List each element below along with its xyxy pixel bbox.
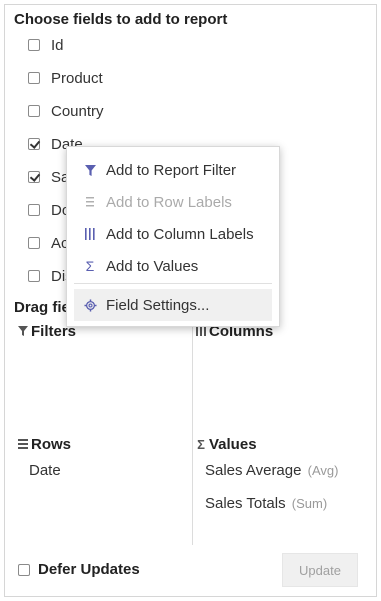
menu-item-add-to-values[interactable]: Σ Add to Values bbox=[67, 250, 279, 282]
field-label: Product bbox=[51, 69, 103, 87]
menu-item-field-settings[interactable]: Field Settings... bbox=[74, 289, 272, 321]
menu-separator bbox=[74, 283, 272, 284]
rows-icon bbox=[18, 438, 28, 452]
field-item-product[interactable]: Product bbox=[28, 66, 103, 90]
sigma-icon: Σ bbox=[85, 258, 95, 274]
update-button[interactable]: Update bbox=[282, 553, 358, 587]
defer-updates-label: Defer Updates bbox=[38, 561, 140, 578]
menu-item-add-to-column-labels[interactable]: Add to Column Labels bbox=[67, 218, 279, 250]
menu-item-label: Add to Column Labels bbox=[106, 225, 254, 243]
menu-item-add-to-report-filter[interactable]: Add to Report Filter bbox=[67, 154, 279, 186]
menu-item-label: Add to Values bbox=[106, 257, 199, 275]
values-item-label: Sales Average bbox=[205, 462, 302, 479]
values-area-header: Σ Values bbox=[196, 436, 257, 453]
filter-icon bbox=[80, 164, 100, 176]
rows-item-date[interactable]: Date bbox=[29, 462, 61, 479]
field-checkbox[interactable] bbox=[28, 105, 40, 117]
menu-item-add-to-row-labels: Add to Row Labels bbox=[67, 186, 279, 218]
area-divider bbox=[192, 323, 193, 545]
field-item-id[interactable]: Id bbox=[28, 33, 64, 57]
field-item-country[interactable]: Country bbox=[28, 99, 104, 123]
gear-icon bbox=[80, 298, 100, 312]
rows-area-header: Rows bbox=[18, 436, 71, 453]
menu-item-label: Field Settings... bbox=[106, 296, 210, 314]
field-label: Id bbox=[51, 36, 64, 54]
values-item-sales-average[interactable]: Sales Average (Avg) bbox=[205, 462, 338, 479]
values-label: Values bbox=[209, 436, 257, 453]
field-context-menu: Add to Report Filter Add to Row Labels A… bbox=[66, 146, 280, 327]
defer-updates[interactable]: Defer Updates bbox=[18, 561, 140, 578]
field-label: Country bbox=[51, 102, 104, 120]
field-checkbox[interactable] bbox=[28, 270, 40, 282]
rows-label: Rows bbox=[31, 436, 72, 453]
menu-item-label: Add to Row Labels bbox=[106, 193, 232, 211]
menu-item-label: Add to Report Filter bbox=[106, 161, 237, 179]
sigma-icon: Σ bbox=[197, 437, 205, 452]
values-item-sales-totals[interactable]: Sales Totals (Sum) bbox=[205, 495, 327, 512]
aggregation-label: (Sum) bbox=[291, 496, 328, 511]
rows-icon bbox=[80, 197, 100, 207]
field-checkbox[interactable] bbox=[28, 204, 40, 216]
field-checkbox[interactable] bbox=[28, 72, 40, 84]
filter-icon bbox=[18, 325, 28, 339]
fields-title: Choose fields to add to report bbox=[14, 11, 228, 28]
values-item-label: Sales Totals bbox=[205, 495, 286, 512]
field-checkbox[interactable] bbox=[28, 237, 40, 249]
aggregation-label: (Avg) bbox=[307, 463, 339, 478]
field-checkbox[interactable] bbox=[28, 39, 40, 51]
field-checkbox[interactable] bbox=[28, 138, 40, 150]
columns-icon bbox=[80, 228, 100, 240]
defer-updates-checkbox[interactable] bbox=[18, 563, 30, 576]
field-checkbox[interactable] bbox=[28, 171, 40, 183]
